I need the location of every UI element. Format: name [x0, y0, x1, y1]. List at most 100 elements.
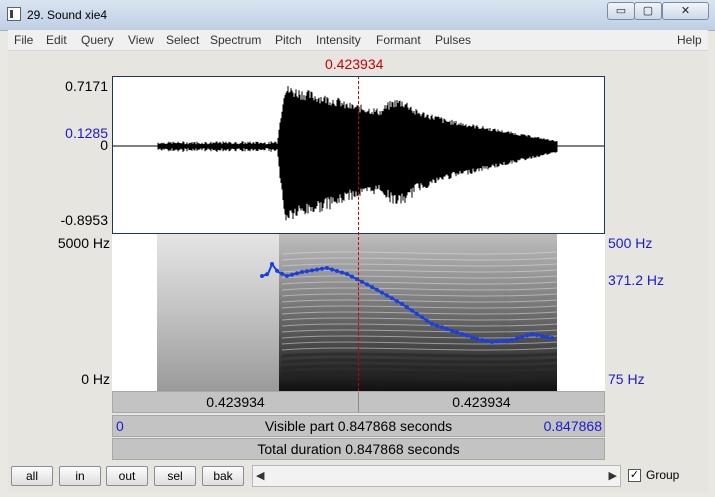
pitch-point: [410, 308, 414, 313]
pitch-point: [395, 299, 399, 304]
pitch-point: [500, 339, 504, 343]
pitch-point: [425, 318, 429, 323]
harmonic-stripe: [281, 370, 558, 376]
pitch-point: [360, 279, 364, 284]
menu-select[interactable]: Select: [166, 33, 199, 47]
pitch-point: [510, 338, 514, 342]
pitch-point: [490, 340, 494, 344]
wave-min-label: -0.8953: [60, 212, 108, 228]
wave-max-label: 0.7171: [65, 78, 108, 94]
pitch-point: [345, 272, 349, 276]
left-of-cursor-time[interactable]: 0.423934: [113, 392, 359, 412]
pitch-point: [300, 270, 304, 274]
harmonic-stripe: [281, 352, 558, 358]
pitch-point: [455, 330, 459, 335]
pitch-point: [330, 267, 334, 272]
horizontal-scrollbar[interactable]: ◀ ▶: [252, 465, 621, 487]
pitch-point: [375, 287, 379, 292]
zoom-all-button[interactable]: all: [11, 466, 53, 486]
close-button[interactable]: ✕: [662, 2, 709, 20]
scroll-right-icon[interactable]: ▶: [609, 469, 617, 482]
pitch-point: [290, 272, 294, 277]
pitch-point: [440, 325, 444, 330]
pitch-point: [505, 338, 509, 343]
pitch-point: [265, 272, 269, 277]
spectrum-top-label: 5000 Hz: [57, 235, 110, 251]
pitch-point: [325, 266, 329, 270]
harmonic-stripe: [281, 364, 558, 370]
menu-spectrum[interactable]: Spectrum: [210, 33, 261, 47]
visible-part-bar[interactable]: 0 Visible part 0.847868 seconds 0.847868: [112, 415, 605, 437]
spectrum-bottom-label: 0 Hz: [81, 371, 110, 387]
cursor-time-label: 0.423934: [325, 56, 384, 72]
total-duration-label: Total duration 0.847868 seconds: [257, 441, 460, 457]
minimize-button[interactable]: ▭: [607, 2, 635, 20]
menu-edit[interactable]: Edit: [46, 33, 67, 47]
harmonic-stripe: [281, 376, 558, 382]
menu-file[interactable]: File: [14, 33, 33, 47]
pitch-point: [530, 332, 534, 336]
pitch-point: [260, 274, 264, 278]
pitch-point: [370, 285, 374, 289]
cursor-line: [358, 76, 359, 391]
pitch-point: [495, 339, 499, 344]
menu-view[interactable]: View: [128, 33, 154, 47]
menu-pulses[interactable]: Pulses: [435, 33, 471, 47]
cursor-time-bar[interactable]: 0.423934 0.423934: [112, 391, 605, 413]
title-bar: 29. Sound xie4 ▭ ▢ ✕: [0, 0, 715, 31]
pitch-top-label: 500 Hz: [608, 235, 653, 251]
pitch-point: [415, 312, 419, 316]
pitch-point: [285, 274, 289, 278]
pitch-point: [460, 332, 464, 336]
pitch-point: [445, 327, 449, 331]
group-checkbox[interactable]: ✓: [628, 469, 641, 482]
menu-bar: File Edit Query View Select Spectrum Pit…: [8, 30, 708, 51]
zoom-back-button[interactable]: bak: [202, 466, 244, 486]
pitch-point: [480, 338, 484, 342]
menu-pitch[interactable]: Pitch: [275, 33, 302, 47]
app-icon: [7, 7, 21, 21]
pitch-point: [385, 293, 389, 298]
right-of-cursor-time[interactable]: 0.423934: [359, 392, 604, 412]
menu-intensity[interactable]: Intensity: [316, 33, 361, 47]
pitch-point: [515, 336, 519, 341]
pitch-point: [485, 339, 489, 343]
total-duration-bar[interactable]: Total duration 0.847868 seconds: [112, 438, 605, 460]
pitch-point: [545, 335, 549, 339]
menu-formant[interactable]: Formant: [376, 33, 421, 47]
pitch-point: [550, 336, 554, 340]
pitch-point: [295, 271, 299, 276]
pitch-point: [320, 266, 324, 271]
pitch-point: [335, 269, 339, 273]
visible-end: 0.847868: [543, 418, 602, 434]
maximize-button[interactable]: ▢: [634, 2, 662, 20]
zoom-out-button[interactable]: out: [106, 466, 148, 486]
pitch-point: [435, 323, 439, 328]
pitch-point: [520, 335, 524, 339]
pitch-point: [535, 333, 539, 337]
consonant-region: [157, 234, 279, 391]
window-title: 29. Sound xie4: [27, 8, 108, 22]
pitch-point: [280, 271, 284, 276]
menu-help[interactable]: Help: [677, 33, 702, 47]
zoom-sel-button[interactable]: sel: [154, 466, 196, 486]
pitch-point: [475, 337, 479, 341]
pitch-point: [465, 333, 469, 338]
pitch-point: [365, 282, 369, 287]
pitch-point: [420, 315, 424, 320]
pitch-point: [310, 268, 314, 273]
pitch-point: [525, 333, 529, 338]
pitch-point: [430, 322, 434, 326]
pitch-point: [540, 334, 544, 338]
pitch-point: [315, 267, 319, 272]
visible-part-label: Visible part 0.847868 seconds: [264, 418, 453, 434]
pitch-point: [405, 305, 409, 310]
zoom-in-button[interactable]: in: [59, 466, 101, 486]
pitch-point: [470, 335, 474, 340]
scroll-left-icon[interactable]: ◀: [256, 469, 264, 482]
wave-zero-label: 0: [100, 137, 108, 153]
pitch-point: [270, 262, 274, 266]
pitch-point: [450, 328, 454, 333]
menu-query[interactable]: Query: [81, 33, 114, 47]
visible-start: 0: [116, 418, 124, 434]
